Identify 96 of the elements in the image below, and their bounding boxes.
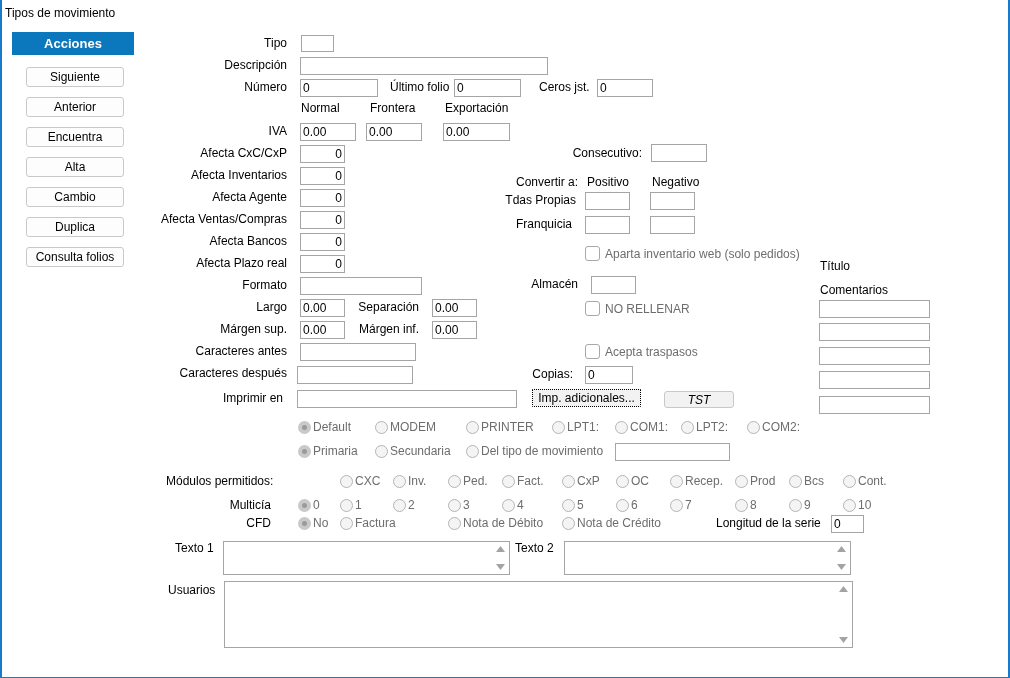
field-label: Franquicia <box>515 216 572 232</box>
text-field[interactable] <box>650 216 695 234</box>
section-header: Acciones <box>12 32 134 55</box>
scroll-up-icon[interactable] <box>496 546 505 552</box>
text-field[interactable] <box>585 192 630 210</box>
text-field[interactable] <box>301 35 334 52</box>
text-field[interactable] <box>615 443 730 461</box>
field-label: Márgen sup. <box>220 321 287 337</box>
field-label: Comentarios <box>820 282 889 298</box>
text-field[interactable] <box>297 366 413 384</box>
text-field[interactable] <box>819 323 930 341</box>
text-field[interactable]: 0.00 <box>300 321 345 339</box>
field-label: Afecta Plazo real <box>196 255 287 271</box>
text-field[interactable]: 0 <box>454 79 521 97</box>
field-label: Exportación <box>445 100 509 116</box>
action-button[interactable]: Alta <box>26 157 124 177</box>
field-label: Tdas Propias <box>505 192 576 208</box>
text-field[interactable]: 0 <box>300 189 345 207</box>
field-label: Caracteres antes <box>195 343 287 359</box>
text-field[interactable]: 0.00 <box>300 299 345 317</box>
text-field[interactable]: 0 <box>585 366 633 384</box>
field-label: Almacén <box>531 276 578 292</box>
field-label: Positivo <box>587 174 630 190</box>
field-label: Descripción <box>224 57 287 73</box>
text-field[interactable]: 0 <box>300 167 345 185</box>
text-field[interactable]: 0.00 <box>443 123 510 141</box>
text-field[interactable]: 0 <box>300 233 345 251</box>
field-label: Frontera <box>370 100 416 116</box>
text-field[interactable] <box>819 371 930 389</box>
field-label: Afecta Ventas/Compras <box>160 211 287 227</box>
action-button[interactable]: Anterior <box>26 97 124 117</box>
field-label: Afecta Agente <box>212 189 287 205</box>
form-button[interactable]: TST <box>664 391 734 408</box>
field-label: Negativo <box>652 174 700 190</box>
field-label: Imprimir en <box>223 390 283 406</box>
field-label: Ceros jst. <box>539 79 590 95</box>
field-label: Afecta Bancos <box>209 233 287 249</box>
text-field[interactable] <box>297 390 517 408</box>
text-field[interactable] <box>300 57 548 75</box>
text-field[interactable]: 0 <box>300 79 378 97</box>
text-field[interactable] <box>819 300 930 318</box>
scroll-up-icon[interactable] <box>839 586 848 592</box>
text-field[interactable] <box>650 192 695 210</box>
window-title: Tipos de movimiento <box>5 5 116 21</box>
text-field[interactable] <box>300 343 416 361</box>
action-button[interactable]: Encuentra <box>26 127 124 147</box>
scroll-up-icon[interactable] <box>837 546 846 552</box>
field-label: Título <box>820 258 850 274</box>
form-button[interactable]: Imp. adicionales... <box>532 389 641 407</box>
text-field[interactable] <box>591 276 636 294</box>
text-area[interactable] <box>223 541 510 575</box>
field-label: Convertir a: <box>515 174 578 190</box>
text-field[interactable]: 0.00 <box>432 321 477 339</box>
field-label: Normal <box>301 100 340 116</box>
action-button[interactable]: Duplica <box>26 217 124 237</box>
action-button[interactable]: Cambio <box>26 187 124 207</box>
scroll-down-icon[interactable] <box>839 637 848 643</box>
text-area[interactable] <box>224 581 853 648</box>
text-field[interactable]: 0.00 <box>300 123 356 141</box>
text-field[interactable]: 0 <box>300 145 345 163</box>
text-field[interactable]: 0.00 <box>366 123 422 141</box>
field-label: Último folio <box>390 79 450 95</box>
scroll-down-icon[interactable] <box>837 564 846 570</box>
field-label: Texto 2 <box>515 540 554 556</box>
field-label: Separación <box>358 299 419 315</box>
field-label: Módulos permitidos: <box>166 473 274 489</box>
text-area[interactable] <box>564 541 851 575</box>
field-label: Afecta CxC/CxP <box>200 145 287 161</box>
text-field[interactable] <box>585 216 630 234</box>
field-label: Márgen inf. <box>358 321 419 337</box>
field-label: Multicía <box>229 497 271 513</box>
field-label: Formato <box>242 277 287 293</box>
field-label: CFD <box>246 515 271 531</box>
field-label: Largo <box>256 299 287 315</box>
field-label: Caracteres después <box>179 365 287 381</box>
text-field[interactable] <box>300 277 422 295</box>
field-label: Afecta Inventarios <box>190 167 287 183</box>
action-button[interactable]: Consulta folios <box>26 247 124 267</box>
text-field[interactable]: 0 <box>597 79 653 97</box>
field-label: Número <box>244 79 287 95</box>
text-field[interactable]: 0 <box>831 515 864 533</box>
field-label: Longitud de la serie <box>716 515 821 531</box>
field-label: Usuarios <box>168 582 216 598</box>
text-field[interactable]: 0 <box>300 255 345 273</box>
field-label: IVA <box>268 123 287 139</box>
text-field[interactable] <box>819 396 930 414</box>
field-label: Texto 1 <box>175 540 214 556</box>
field-label: Tipo <box>264 35 287 51</box>
text-field[interactable] <box>819 347 930 365</box>
field-label: Consecutivo: <box>572 145 642 161</box>
action-button[interactable]: Siguiente <box>26 67 124 87</box>
text-field[interactable] <box>651 144 707 162</box>
text-field[interactable]: 0.00 <box>432 299 477 317</box>
field-label: Copias: <box>532 366 573 382</box>
scroll-down-icon[interactable] <box>496 564 505 570</box>
text-field[interactable]: 0 <box>300 211 345 229</box>
